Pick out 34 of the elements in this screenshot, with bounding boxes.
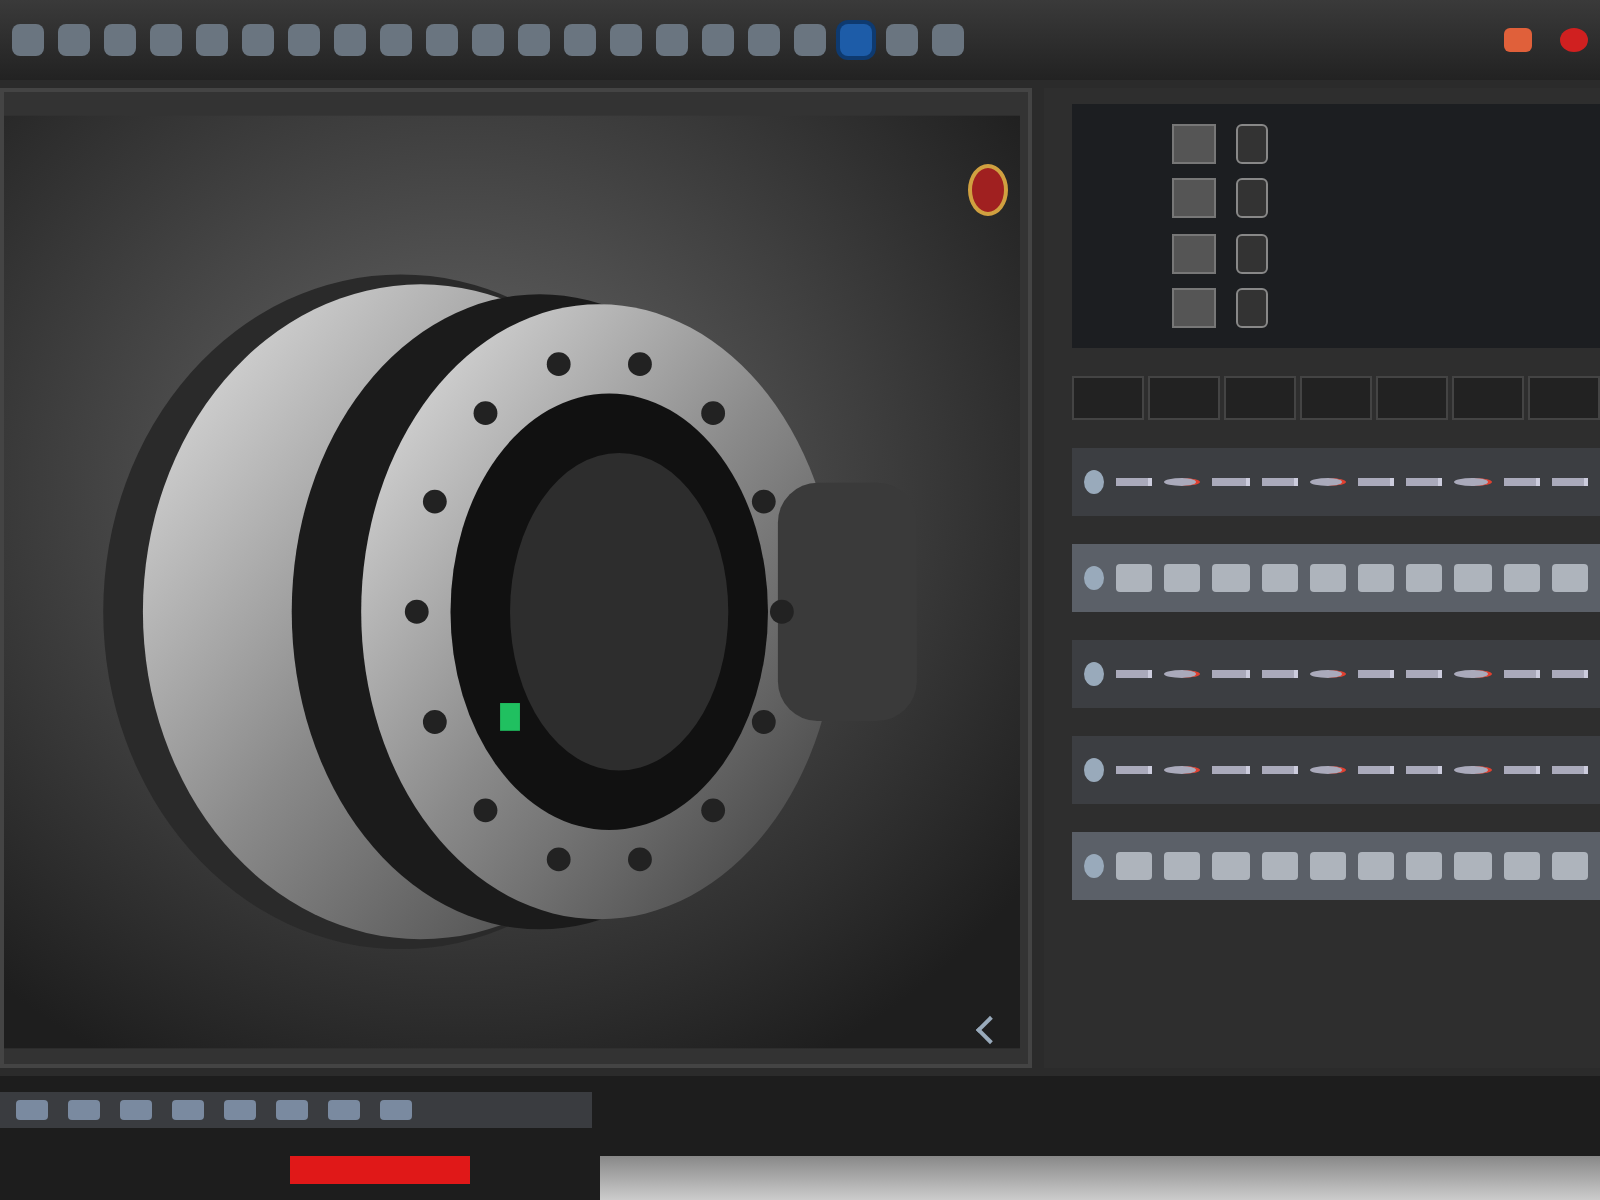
close-icon[interactable] (1560, 28, 1588, 52)
timeline-track[interactable] (1072, 448, 1600, 516)
panel-tab[interactable] (1528, 376, 1600, 420)
panel-tab[interactable] (1300, 376, 1372, 420)
toolbar-icon[interactable] (840, 24, 872, 56)
timeline-track[interactable] (1072, 640, 1600, 708)
timeline-track[interactable] (1072, 544, 1600, 612)
toolbar-icon[interactable] (656, 24, 688, 56)
panel-tab[interactable] (1452, 376, 1524, 420)
timeline-track[interactable] (1072, 736, 1600, 804)
panel-tab[interactable] (1376, 376, 1448, 420)
toolbar-icon[interactable] (58, 24, 90, 56)
toolbar-icon[interactable] (426, 24, 458, 56)
panel-tab[interactable] (1148, 376, 1220, 420)
toolbar-icon[interactable] (472, 24, 504, 56)
toolbar-icon[interactable] (886, 24, 918, 56)
toolbar-icon[interactable] (702, 24, 734, 56)
toolbar-icon[interactable] (794, 24, 826, 56)
panel-tab[interactable] (1072, 376, 1144, 420)
toolbar-icon[interactable] (150, 24, 182, 56)
toolbar-icon[interactable] (932, 24, 964, 56)
toolbar-icon[interactable] (518, 24, 550, 56)
toolbar-icon[interactable] (748, 24, 780, 56)
toolbar-icon[interactable] (104, 24, 136, 56)
toolbar-icon[interactable] (242, 24, 274, 56)
toolbar-icon[interactable] (610, 24, 642, 56)
toolbar-icon[interactable] (288, 24, 320, 56)
toolbar-icon[interactable] (12, 24, 44, 56)
toolbar-icon[interactable] (380, 24, 412, 56)
toolbar-icon[interactable] (564, 24, 596, 56)
toolbar-icon[interactable] (196, 24, 228, 56)
panel-tab[interactable] (1224, 376, 1296, 420)
toolbar-icon[interactable] (334, 24, 366, 56)
timeline-track[interactable] (1072, 832, 1600, 900)
